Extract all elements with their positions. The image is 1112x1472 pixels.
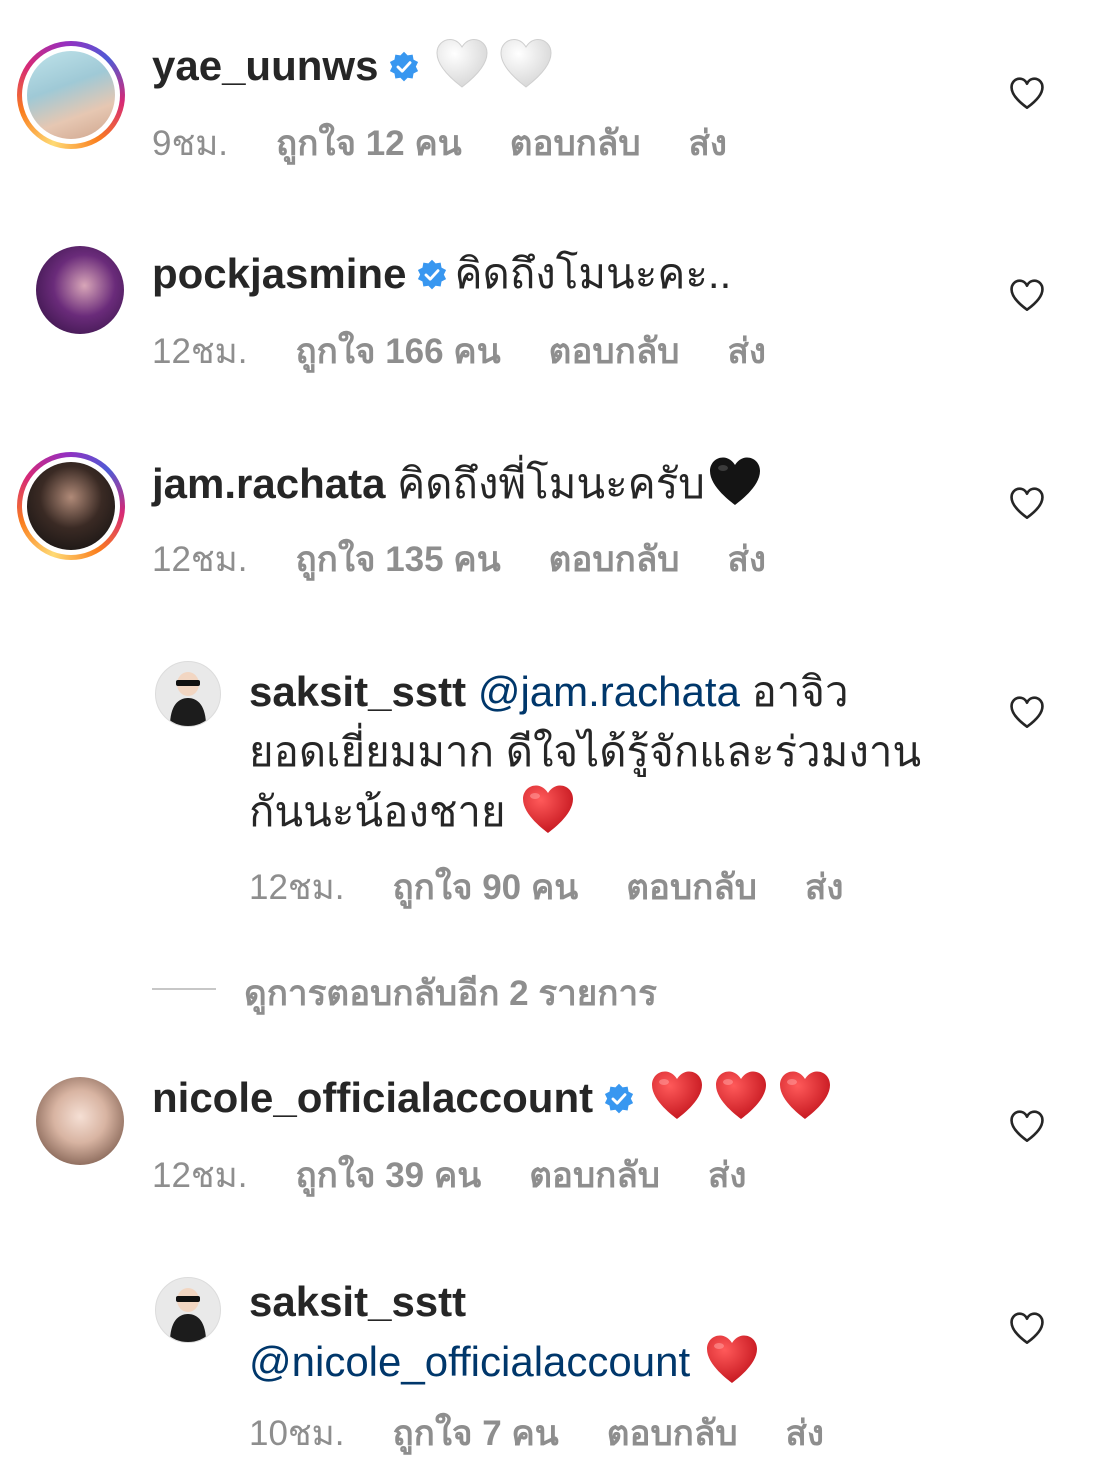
reply-button[interactable]: ตอบกลับ bbox=[607, 1414, 738, 1453]
avatar[interactable] bbox=[155, 1277, 221, 1343]
cartoon-avatar-icon bbox=[170, 1288, 206, 1342]
timestamp: 10ชม. bbox=[249, 1414, 345, 1453]
red-heart-icon bbox=[704, 1332, 760, 1386]
like-heart-icon[interactable] bbox=[1008, 1311, 1046, 1345]
reply-body: saksit_sstt @nicole_officialaccount bbox=[249, 1272, 760, 1392]
reply-saksit-sstt-2: saksit_sstt @nicole_officialaccount 10ชม… bbox=[0, 0, 1112, 1472]
mention-link[interactable]: @nicole_officialaccount bbox=[249, 1338, 690, 1385]
send-button[interactable]: ส่ง bbox=[786, 1414, 824, 1453]
comment-meta: 10ชม. ถูกใจ 7 คน ตอบกลับ ส่ง bbox=[249, 1406, 872, 1461]
username[interactable]: saksit_sstt bbox=[249, 1272, 760, 1332]
likes-count[interactable]: ถูกใจ 7 คน bbox=[392, 1414, 558, 1453]
